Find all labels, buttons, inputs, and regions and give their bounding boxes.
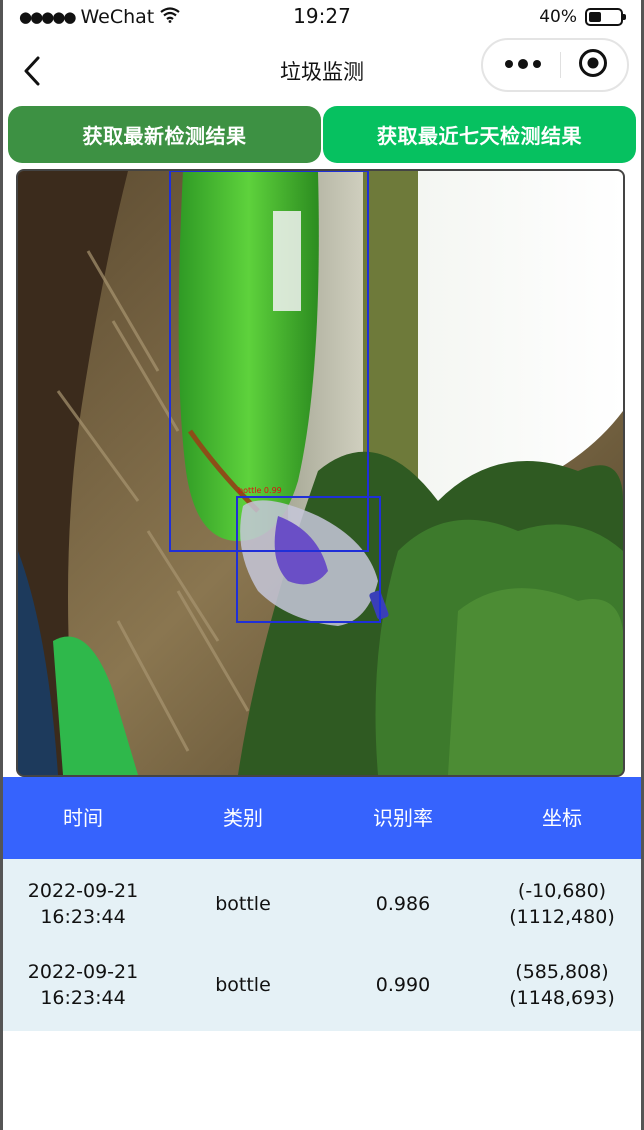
column-header-category: 类别: [223, 806, 263, 830]
time-cell: 2022-09-21 16:23:44: [3, 959, 163, 1011]
mini-program-capsule: [481, 38, 629, 92]
coordinate-end: (1148,693): [509, 986, 615, 1009]
time-cell: 2022-09-21 16:23:44: [3, 878, 163, 930]
coordinates-cell: (585,808) (1148,693): [483, 959, 641, 1011]
time-text: 16:23:44: [40, 986, 126, 1009]
action-buttons: 获取最新检测结果 获取最近七天检测结果: [8, 106, 636, 163]
battery-level: [589, 12, 601, 22]
column-header-rate: 识别率: [373, 806, 433, 830]
time-text: 16:23:44: [40, 905, 126, 928]
category-cell: bottle: [215, 973, 271, 996]
battery-icon: [585, 8, 626, 26]
close-mini-program-icon[interactable]: [577, 47, 609, 83]
coordinate-end: (1112,480): [509, 905, 615, 928]
status-bar: ●●●●● WeChat 19:27 40%: [3, 0, 641, 34]
table-row: 2022-09-21 16:23:44 bottle 0.986 (-10,68…: [3, 863, 641, 944]
category-cell: bottle: [215, 892, 271, 915]
date-text: 2022-09-21: [27, 960, 139, 983]
detection-label: bottle 0.99: [238, 486, 282, 495]
column-header-time: 时间: [63, 806, 103, 830]
detection-image: bottle 0.99: [16, 169, 625, 777]
get-week-results-button[interactable]: 获取最近七天检测结果: [323, 106, 636, 163]
capsule-divider: [559, 52, 561, 78]
coordinates-cell: (-10,680) (1112,480): [483, 878, 641, 930]
nav-bar: 垃圾监测: [3, 36, 641, 104]
more-menu-icon[interactable]: [503, 56, 543, 75]
get-latest-result-button[interactable]: 获取最新检测结果: [8, 106, 321, 163]
coordinate-start: (585,808): [515, 960, 609, 983]
rate-cell: 0.990: [375, 973, 431, 996]
results-table: 时间 类别 识别率 坐标 2022-09-21 16:23:44 bottle …: [3, 777, 641, 1031]
coordinate-start: (-10,680): [517, 879, 607, 902]
detection-photo: bottle 0.99: [18, 171, 623, 775]
column-header-coordinates: 坐标: [542, 806, 582, 830]
table-body: 2022-09-21 16:23:44 bottle 0.986 (-10,68…: [3, 859, 641, 1031]
date-text: 2022-09-21: [27, 879, 139, 902]
rate-cell: 0.986: [375, 892, 431, 915]
table-header: 时间 类别 识别率 坐标: [3, 777, 641, 859]
table-row: 2022-09-21 16:23:44 bottle 0.990 (585,80…: [3, 944, 641, 1025]
clock: 19:27: [293, 4, 351, 28]
